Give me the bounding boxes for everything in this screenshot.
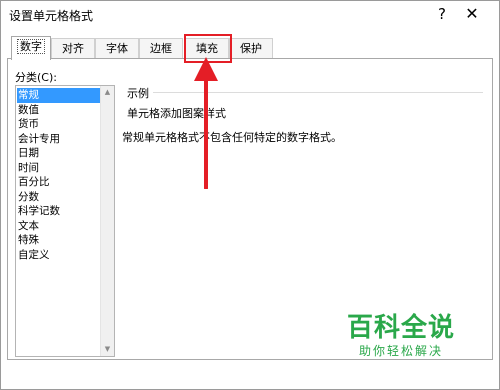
list-item-special[interactable]: 特殊: [17, 233, 101, 248]
scroll-down-icon[interactable]: ▼: [101, 343, 114, 356]
list-item-currency[interactable]: 货币: [17, 117, 101, 132]
list-item-percentage[interactable]: 百分比: [17, 175, 101, 190]
list-item-number[interactable]: 数值: [17, 103, 101, 118]
listbox-scrollbar[interactable]: ▲ ▼: [100, 86, 114, 356]
tab-label: 保护: [240, 42, 262, 55]
format-cells-dialog: 设置单元格格式 ? ✕ 数字 对齐 字体 边框 填充 保护 分类(C): 常规 …: [0, 0, 500, 390]
watermark-subtitle: 助你轻松解决: [358, 344, 443, 358]
list-item-fraction[interactable]: 分数: [17, 190, 101, 205]
dialog-title: 设置单元格格式: [9, 9, 94, 23]
tab-alignment[interactable]: 对齐: [51, 38, 95, 59]
tab-label: 边框: [150, 42, 172, 55]
list-item-date[interactable]: 日期: [17, 146, 101, 161]
category-listbox[interactable]: 常规 数值 货币 会计专用 日期 时间 百分比 分数 科学记数 文本 特殊 自定…: [15, 85, 115, 357]
tab-label: 字体: [106, 42, 128, 55]
tab-number[interactable]: 数字: [11, 36, 51, 60]
sample-label: 示例: [127, 87, 149, 100]
category-label: 分类(C):: [15, 71, 57, 84]
list-item-scientific[interactable]: 科学记数: [17, 204, 101, 219]
scroll-up-icon[interactable]: ▲: [101, 86, 114, 99]
watermark-logo: 百科全说: [346, 313, 455, 343]
tab-label: 数字: [17, 39, 45, 54]
tab-border[interactable]: 边框: [139, 38, 183, 59]
red-arrow-icon: [194, 57, 218, 189]
close-button[interactable]: ✕: [459, 3, 485, 25]
title-bar: 设置单元格格式 ? ✕: [1, 1, 499, 28]
list-item-time[interactable]: 时间: [17, 161, 101, 176]
help-button[interactable]: ?: [429, 3, 455, 25]
format-description: 常规单元格格式不包含任何特定的数字格式。: [122, 131, 342, 144]
category-items: 常规 数值 货币 会计专用 日期 时间 百分比 分数 科学记数 文本 特殊 自定…: [17, 88, 101, 262]
tab-font[interactable]: 字体: [95, 38, 139, 59]
watermark: 百科全说 助你轻松解决: [331, 313, 471, 359]
list-item-text[interactable]: 文本: [17, 219, 101, 234]
tab-strip: 数字 对齐 字体 边框 填充 保护: [7, 36, 493, 60]
list-item-general[interactable]: 常规: [17, 88, 101, 103]
tab-protection[interactable]: 保护: [229, 38, 273, 59]
tab-label: 对齐: [62, 42, 84, 55]
list-item-custom[interactable]: 自定义: [17, 248, 101, 263]
list-item-accounting[interactable]: 会计专用: [17, 132, 101, 147]
